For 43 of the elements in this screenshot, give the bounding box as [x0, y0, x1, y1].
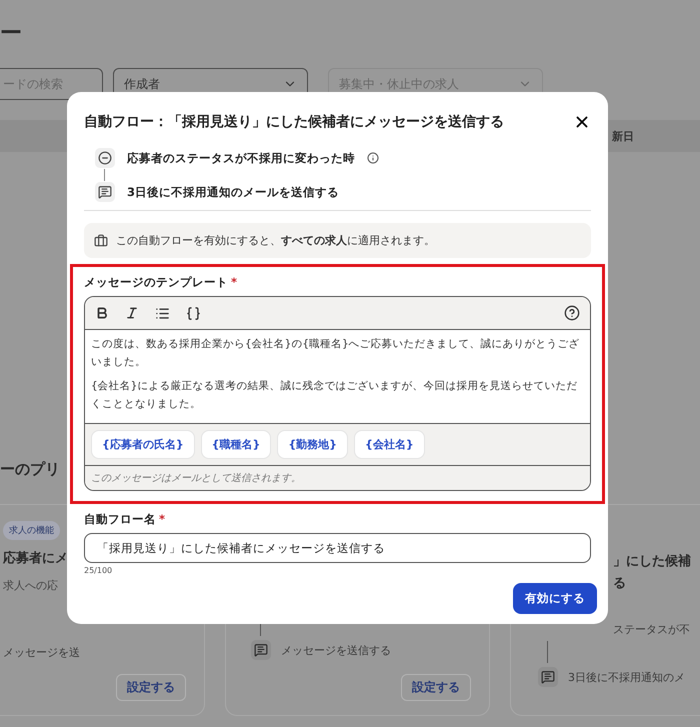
column-header: 新日 — [612, 128, 634, 144]
bold-button[interactable] — [95, 306, 109, 320]
card-description: 求人への応 — [3, 578, 59, 593]
character-counter: 25/100 — [84, 566, 114, 576]
step-text: ステータスが不 — [613, 622, 690, 637]
setup-button[interactable]: 設定する — [401, 674, 471, 701]
enable-button[interactable]: 有効にする — [513, 583, 597, 614]
card-title: る — [613, 575, 626, 593]
required-mark: * — [159, 512, 166, 528]
field-label: 自動フロー名 — [84, 512, 156, 528]
variable-chip[interactable]: {応募者の氏名} — [91, 430, 195, 460]
section-title: ーのプリ — [0, 460, 60, 480]
list-button[interactable] — [155, 306, 170, 320]
message-icon — [95, 182, 115, 202]
info-icon[interactable] — [367, 152, 379, 164]
flow-step-text: 応募者のステータスが不採用に変わった時 — [127, 150, 355, 166]
notice-text: この自動フローを有効にすると、すべての求人に適用されます。 — [116, 233, 435, 248]
card-title: 応募者にメ — [3, 550, 68, 568]
setup-button[interactable]: 設定する — [116, 674, 186, 701]
field-label: メッセージのテンプレート — [84, 275, 228, 290]
card-title: 」にした候補 — [613, 552, 691, 571]
help-button[interactable] — [564, 305, 580, 321]
message-body[interactable]: この度は、数ある採用企業から{会社名}の{職種名}へご応募いただきまして、誠にありがとうございました。 {会社名}による厳正なる選考の結果、誠に残念ではございますが、今回は採用を見送らせていただくこととなりました。 — [85, 330, 590, 424]
required-mark: * — [231, 275, 238, 290]
message-icon — [538, 667, 558, 687]
feature-tag: 求人の機能 — [3, 521, 60, 540]
italic-button[interactable] — [125, 306, 139, 320]
modal-title: 自動フロー：「採用見送り」にした候補者にメッセージを送信する — [84, 113, 504, 131]
briefcase-icon — [94, 234, 108, 248]
braces-button[interactable] — [186, 306, 201, 320]
editor-footnote: このメッセージはメールとして送信されます。 — [85, 466, 590, 490]
message-icon — [251, 640, 271, 660]
step-text: 3日後に不採用通知のメ — [568, 670, 685, 684]
message-paragraph: この度は、数ある採用企業から{会社名}の{職種名}へご応募いただきまして、誠にありがとうございました。 — [91, 337, 581, 370]
page-title: ー — [0, 20, 23, 48]
message-paragraph: {会社名}による厳正なる選考の結果、誠に残念ではございますが、今回は採用を見送らせていただくこととなりました。 — [91, 378, 578, 412]
variable-chip[interactable]: {会社名} — [354, 430, 425, 460]
variable-chip[interactable]: {勤務地} — [277, 430, 348, 460]
flow-name-field[interactable]: 「採用見送り」にした候補者にメッセージを送信する — [84, 533, 591, 564]
flow-step-text: 3日後に不採用通知のメールを送信する — [127, 184, 340, 200]
step-text: メッセージを送信する — [281, 642, 391, 658]
step-text: メッセージを送 — [3, 645, 80, 660]
variable-chip[interactable]: {職種名} — [200, 430, 272, 460]
